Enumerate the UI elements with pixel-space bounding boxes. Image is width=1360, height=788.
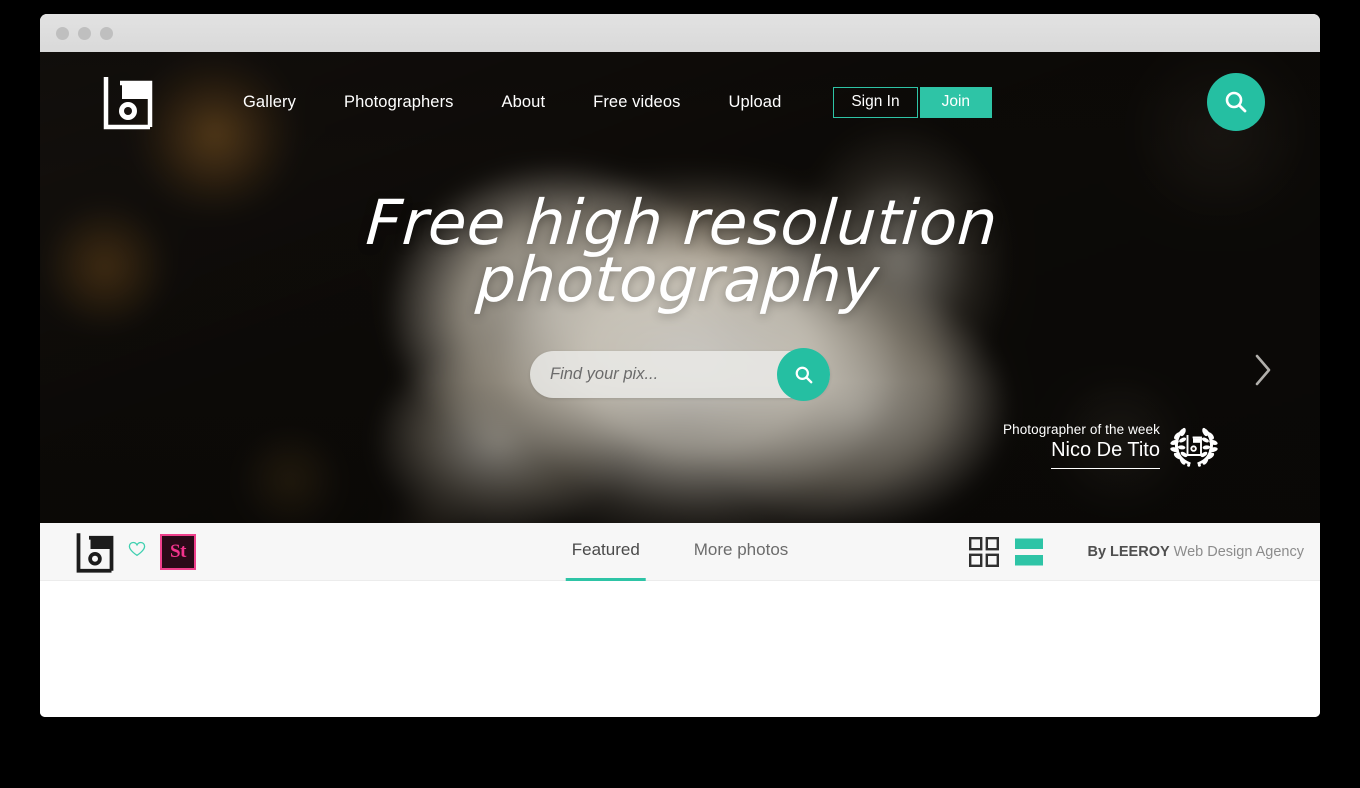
window-minimize-button[interactable] bbox=[78, 26, 91, 40]
photo-logo-dark-icon[interactable] bbox=[76, 531, 114, 573]
top-navigation: Gallery Photographers About Free videos … bbox=[40, 52, 1320, 152]
main-nav-links: Gallery Photographers About Free videos … bbox=[219, 93, 805, 112]
gallery-content-area bbox=[40, 581, 1320, 717]
photographer-of-the-week-text: Photographer of the week Nico De Tito bbox=[1003, 422, 1160, 469]
agency-credit-suffix: Web Design Agency bbox=[1169, 543, 1304, 560]
content-toolbar: St Featured More photos By LEEROY Web De… bbox=[40, 523, 1320, 581]
auth-buttons: Sign In Join bbox=[833, 86, 993, 118]
laurel-wreath-icon bbox=[1170, 427, 1218, 467]
nav-item-photographers[interactable]: Photographers bbox=[320, 93, 478, 112]
photographer-of-the-week-label: Photographer of the week bbox=[1002, 421, 1160, 437]
window-maximize-button[interactable] bbox=[100, 26, 113, 40]
browser-window: Gallery Photographers About Free videos … bbox=[40, 14, 1320, 717]
browser-titlebar bbox=[40, 14, 1320, 52]
photographer-of-the-week[interactable]: Photographer of the week Nico De Tito bbox=[1003, 421, 1220, 469]
sign-in-button[interactable]: Sign In bbox=[833, 86, 918, 118]
join-button[interactable]: Join bbox=[919, 86, 993, 118]
nav-item-gallery[interactable]: Gallery bbox=[219, 93, 320, 112]
nav-item-upload[interactable]: Upload bbox=[704, 93, 805, 112]
grid-view-icon[interactable] bbox=[969, 536, 1000, 567]
hero-content: Free high resolution photography bbox=[40, 186, 1320, 402]
nav-item-free-videos[interactable]: Free videos bbox=[569, 93, 704, 112]
photographer-of-the-week-name: Nico De Tito bbox=[1051, 439, 1160, 469]
toolbar-right-group: By LEEROY Web Design Agency bbox=[969, 536, 1304, 567]
hero-search-bar bbox=[530, 348, 830, 402]
hero-headline-line-2: photography bbox=[474, 243, 882, 317]
window-close-button[interactable] bbox=[56, 26, 69, 40]
content-tabs: Featured More photos bbox=[565, 523, 795, 581]
hero-headline: Free high resolution photography bbox=[40, 186, 1320, 317]
photo-logo-icon bbox=[103, 77, 152, 130]
chevron-right-icon bbox=[1255, 354, 1271, 386]
favorite-heart-icon[interactable] bbox=[128, 541, 146, 562]
adobe-stock-badge[interactable]: St bbox=[160, 533, 196, 570]
site-logo[interactable] bbox=[40, 74, 215, 130]
agency-credit: By LEEROY Web Design Agency bbox=[1087, 544, 1304, 560]
list-view-icon[interactable] bbox=[1015, 537, 1044, 567]
tab-featured[interactable]: Featured bbox=[565, 523, 646, 581]
search-icon bbox=[1225, 91, 1247, 113]
view-mode-toggles bbox=[969, 536, 1044, 567]
tab-more-photos[interactable]: More photos bbox=[688, 523, 795, 581]
hero-section: Gallery Photographers About Free videos … bbox=[40, 52, 1320, 523]
next-slide-button[interactable] bbox=[1252, 352, 1274, 393]
heart-icon bbox=[128, 541, 146, 557]
agency-credit-prefix: By LEEROY bbox=[1087, 543, 1170, 560]
photo-logo-icon bbox=[1186, 435, 1202, 456]
header-search-button[interactable] bbox=[1207, 73, 1265, 131]
hero-search-submit-button[interactable] bbox=[777, 348, 830, 402]
nav-item-about[interactable]: About bbox=[478, 93, 570, 112]
toolbar-left-group: St bbox=[76, 531, 196, 573]
search-icon bbox=[795, 366, 812, 383]
